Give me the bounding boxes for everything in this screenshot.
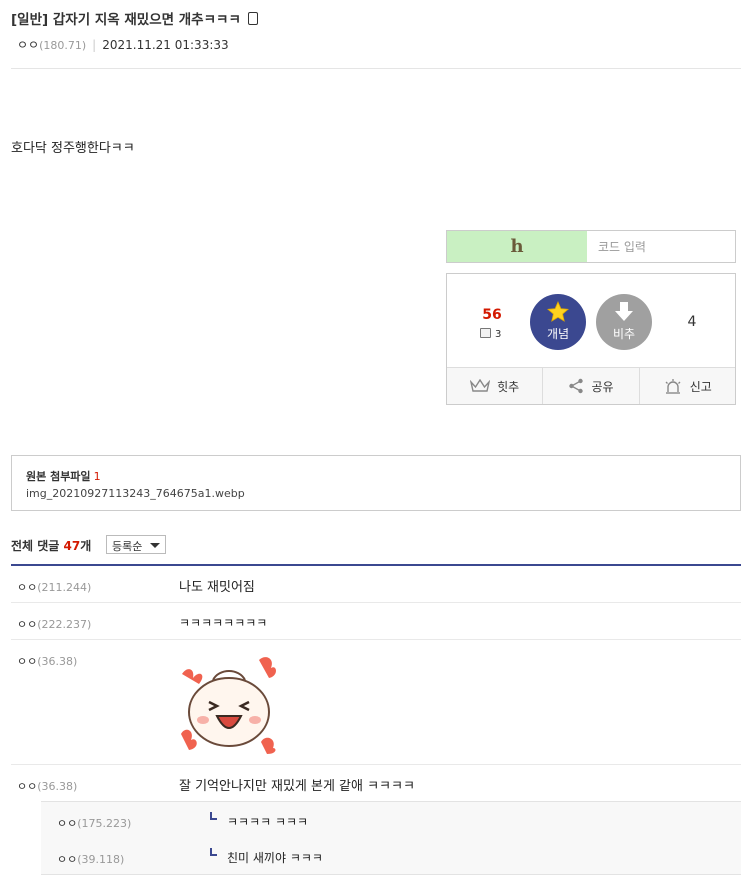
comment-row: ㅇㅇ(211.244) 나도 재밋어짐 bbox=[11, 566, 741, 603]
comments-count: 47 bbox=[63, 539, 81, 553]
comment-nick[interactable]: ㅇㅇ(222.237) bbox=[17, 616, 91, 632]
sort-dropdown[interactable]: 등록순 bbox=[106, 535, 166, 554]
report-label: 신고 bbox=[689, 379, 712, 394]
author-nick[interactable]: ㅇㅇ bbox=[17, 38, 39, 52]
comment-text: ㅋㅋㅋㅋㅋㅋㅋㅋ bbox=[179, 616, 268, 630]
downvote-button[interactable]: 비추 bbox=[596, 294, 652, 350]
vote-top: 56 3 개념 비추 4 bbox=[447, 274, 735, 367]
captcha-input[interactable] bbox=[587, 232, 733, 261]
vote-box: 56 3 개념 비추 4 힛추 공유 신고 bbox=[446, 273, 736, 405]
comment-nick[interactable]: ㅇㅇ(36.38) bbox=[17, 778, 77, 794]
nick-ip: (36.38) bbox=[37, 655, 78, 668]
vote-actions: 힛추 공유 신고 bbox=[447, 367, 735, 404]
attachment-box: 원본 첨부파일 1 img_20210927113243_764675a1.web… bbox=[11, 455, 741, 511]
attachment-file-link[interactable]: img_20210927113243_764675a1.webp bbox=[26, 487, 245, 500]
captcha-image[interactable]: h bbox=[447, 231, 587, 262]
post-title-text: [일반] 갑자기 지옥 재밌으면 개추ㅋㅋㅋ bbox=[11, 12, 241, 28]
comment-row: ㅇㅇ(36.38) bbox=[11, 640, 741, 765]
reply-arrow-icon bbox=[210, 848, 217, 856]
dccon-sticker-image[interactable] bbox=[179, 654, 279, 754]
upvote-label: 개념 bbox=[546, 327, 570, 341]
mobile-icon bbox=[247, 12, 258, 25]
downvote-label: 비추 bbox=[612, 327, 636, 341]
sort-value: 등록순 bbox=[112, 540, 143, 553]
nick-ip: (39.118) bbox=[77, 853, 125, 866]
author-ip: (180.71) bbox=[39, 39, 87, 52]
reply-row: ㅇㅇ(39.118) 친미 새끼야 ㅋㅋㅋ bbox=[41, 838, 741, 875]
nick-text: ㅇㅇ bbox=[57, 853, 78, 866]
nick-text: ㅇㅇ bbox=[17, 780, 38, 793]
reply-row: ㅇㅇ(175.223) ㅋㅋㅋㅋ ㅋㅋㅋ bbox=[41, 801, 741, 839]
comment-row: ㅇㅇ(222.237) ㅋㅋㅋㅋㅋㅋㅋㅋ bbox=[11, 603, 741, 640]
nick-text: ㅇㅇ bbox=[57, 817, 78, 830]
reply-arrow-icon bbox=[210, 812, 217, 820]
report-button[interactable]: 신고 bbox=[640, 368, 735, 404]
share-icon bbox=[569, 378, 584, 394]
share-button[interactable]: 공유 bbox=[543, 368, 640, 404]
attachment-count: 1 bbox=[93, 470, 101, 483]
nick-ip: (222.237) bbox=[37, 618, 92, 631]
reply-nick[interactable]: ㅇㅇ(175.223) bbox=[57, 815, 131, 831]
reply-nick[interactable]: ㅇㅇ(39.118) bbox=[57, 851, 124, 867]
nick-text: ㅇㅇ bbox=[17, 655, 38, 668]
post-meta: ㅇㅇ(180.71) | 2021.11.21 01:33:33 bbox=[17, 36, 229, 53]
fix-count-value: 3 bbox=[495, 329, 502, 340]
comments-header: 전체 댓글 47개 bbox=[11, 537, 91, 554]
post-body: 호다닥 정주행한다ㅋㅋ bbox=[11, 141, 135, 156]
comment-nick[interactable]: ㅇㅇ(36.38) bbox=[17, 653, 77, 669]
hit-recommend-button[interactable]: 힛추 bbox=[447, 368, 544, 404]
comment-nick[interactable]: ㅇㅇ(211.244) bbox=[17, 579, 91, 595]
captcha-box: h bbox=[446, 230, 736, 263]
nick-text: ㅇㅇ bbox=[17, 581, 38, 594]
nick-ip: (36.38) bbox=[37, 780, 78, 793]
comment-text: 나도 재밋어짐 bbox=[179, 580, 255, 595]
meta-divider: | bbox=[92, 38, 97, 52]
nick-ip: (175.223) bbox=[77, 817, 132, 830]
comments-label-suffix: 개 bbox=[80, 539, 92, 553]
comments-label: 전체 댓글 bbox=[11, 539, 60, 553]
star-icon bbox=[530, 300, 586, 324]
upvote-count: 56 bbox=[482, 307, 502, 323]
nick-text: ㅇㅇ bbox=[17, 618, 38, 631]
attachment-header: 원본 첨부파일 1 bbox=[26, 468, 101, 484]
header-divider bbox=[11, 68, 741, 69]
fix-upvote-count: 3 bbox=[480, 328, 501, 340]
crown-icon bbox=[470, 379, 491, 392]
nick-ip: (211.244) bbox=[37, 581, 92, 594]
lock-icon bbox=[480, 328, 491, 338]
upvote-button[interactable]: 개념 bbox=[530, 294, 586, 350]
caret-down-icon bbox=[150, 543, 160, 548]
post-title: [일반] 갑자기 지옥 재밌으면 개추ㅋㅋㅋ bbox=[11, 8, 258, 28]
arrow-down-icon bbox=[596, 300, 652, 324]
reply-text: 친미 새끼야 ㅋㅋㅋ bbox=[227, 851, 323, 865]
post-date: 2021.11.21 01:33:33 bbox=[102, 38, 229, 52]
reply-text: ㅋㅋㅋㅋ ㅋㅋㅋ bbox=[227, 815, 309, 829]
comment-text: 잘 기억안나지만 재밌게 본게 같애 ㅋㅋㅋㅋ bbox=[179, 779, 415, 794]
siren-icon bbox=[665, 379, 681, 394]
attachment-label: 원본 첨부파일 bbox=[26, 470, 91, 483]
downvote-count: 4 bbox=[687, 314, 697, 330]
hit-recommend-label: 힛추 bbox=[497, 379, 520, 394]
comment-row: ㅇㅇ(36.38) 잘 기억안나지만 재밌게 본게 같애 ㅋㅋㅋㅋ bbox=[11, 765, 741, 801]
share-label: 공유 bbox=[591, 379, 614, 394]
